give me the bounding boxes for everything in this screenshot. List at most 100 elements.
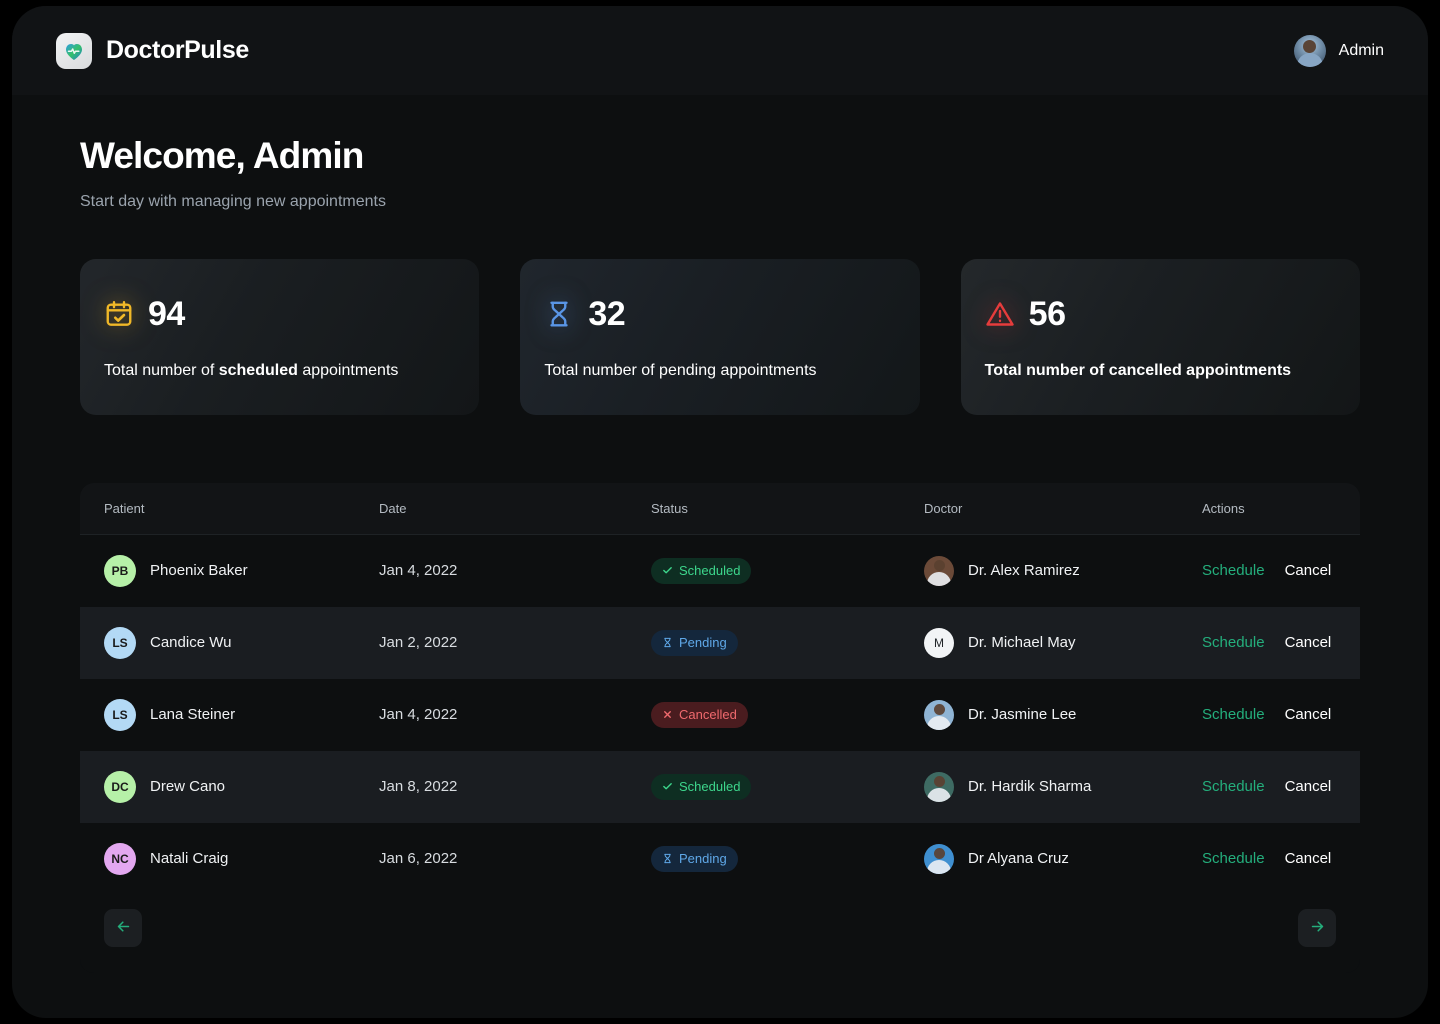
cell-date: Jan 6, 2022 <box>379 850 651 867</box>
cell-date: Jan 4, 2022 <box>379 706 651 723</box>
schedule-button[interactable]: Schedule <box>1202 778 1265 795</box>
cell-status: Pending <box>651 846 924 872</box>
cell-status: Cancelled <box>651 702 924 728</box>
stat-label-prefix: Total number of <box>104 362 219 379</box>
doctor-avatar <box>924 772 954 802</box>
stat-label: Total number of pending appointments <box>544 362 919 380</box>
welcome-block: Welcome, Admin Start day with managing n… <box>80 95 1360 211</box>
stat-value: 94 <box>148 297 185 331</box>
cell-doctor: Dr. Hardik Sharma <box>924 772 1202 802</box>
stat-label: Total number of cancelled appointments <box>985 362 1360 380</box>
patient-avatar: LS <box>104 627 136 659</box>
cell-date: Jan 8, 2022 <box>379 778 651 795</box>
patient-avatar: LS <box>104 699 136 731</box>
status-label: Pending <box>679 635 727 650</box>
column-header-patient: Patient <box>104 501 379 516</box>
stat-cards: 94 Total number of scheduled appointment… <box>80 259 1360 415</box>
doctor-name: Dr. Michael May <box>968 634 1076 651</box>
column-header-date: Date <box>379 501 651 516</box>
app-header: DoctorPulse Admin <box>12 6 1428 95</box>
doctor-name: Dr Alyana Cruz <box>968 850 1069 867</box>
appointment-date: Jan 4, 2022 <box>379 706 457 723</box>
cancel-button[interactable]: Cancel <box>1285 634 1332 651</box>
schedule-button[interactable]: Schedule <box>1202 634 1265 651</box>
status-label: Pending <box>679 851 727 866</box>
cancel-button[interactable]: Cancel <box>1285 778 1332 795</box>
cell-actions: Schedule Cancel <box>1202 778 1336 795</box>
cell-date: Jan 2, 2022 <box>379 634 651 651</box>
cell-patient: LS Candice Wu <box>104 627 379 659</box>
table-row: NC Natali Craig Jan 6, 2022 Pending Dr Alyan… <box>80 823 1360 895</box>
cancel-button[interactable]: Cancel <box>1285 562 1332 579</box>
stat-label: Total number of scheduled appointments <box>104 362 479 380</box>
stat-top: 94 <box>104 297 479 331</box>
user-menu[interactable]: Admin <box>1294 35 1384 67</box>
stat-card-scheduled: 94 Total number of scheduled appointment… <box>80 259 479 415</box>
warning-triangle-icon <box>985 299 1015 329</box>
column-header-status: Status <box>651 501 924 516</box>
schedule-button[interactable]: Schedule <box>1202 706 1265 723</box>
cell-status: Scheduled <box>651 774 924 800</box>
cell-doctor: Dr Alyana Cruz <box>924 844 1202 874</box>
cell-actions: Schedule Cancel <box>1202 562 1336 579</box>
appointment-date: Jan 6, 2022 <box>379 850 457 867</box>
cell-status: Scheduled <box>651 558 924 584</box>
hourglass-icon <box>544 299 574 329</box>
patient-name: Natali Craig <box>150 850 228 867</box>
cell-patient: DC Drew Cano <box>104 771 379 803</box>
stat-label-suffix: appointments <box>1186 362 1291 379</box>
cell-doctor: Dr. Alex Ramirez <box>924 556 1202 586</box>
cell-actions: Schedule Cancel <box>1202 706 1336 723</box>
patient-avatar: DC <box>104 771 136 803</box>
status-label: Scheduled <box>679 779 740 794</box>
cell-doctor: Dr. Jasmine Lee <box>924 700 1202 730</box>
appointments-table: Patient Date Status Doctor Actions PBPho… <box>80 483 1360 973</box>
column-header-doctor: Doctor <box>924 501 1202 516</box>
doctor-name: Dr. Hardik Sharma <box>968 778 1091 795</box>
schedule-button[interactable]: Schedule <box>1202 850 1265 867</box>
page-subtitle: Start day with managing new appointments <box>80 193 1360 211</box>
stat-card-cancelled: 56 Total number of cancelled appointment… <box>961 259 1360 415</box>
brand-name: DoctorPulse <box>106 36 249 65</box>
cell-actions: Schedule Cancel <box>1202 634 1336 651</box>
doctor-name: Dr. Alex Ramirez <box>968 562 1080 579</box>
cell-patient: NC Natali Craig <box>104 843 379 875</box>
appointment-date: Jan 8, 2022 <box>379 778 457 795</box>
stat-label-emphasis: scheduled <box>219 362 298 379</box>
column-header-actions: Actions <box>1202 501 1336 516</box>
arrow-left-icon <box>115 918 132 938</box>
stat-value: 56 <box>1029 297 1066 331</box>
pagination-next-button[interactable] <box>1298 909 1336 947</box>
hourglass-icon <box>662 637 673 648</box>
brand[interactable]: DoctorPulse <box>56 33 249 69</box>
status-badge: Pending <box>651 846 738 872</box>
patient-name: Candice Wu <box>150 634 231 651</box>
hourglass-icon <box>662 853 673 864</box>
stat-label-suffix: appointments <box>298 362 399 379</box>
check-icon <box>662 565 673 576</box>
patient-avatar: PB <box>104 555 136 587</box>
cancel-button[interactable]: Cancel <box>1285 706 1332 723</box>
stat-label-prefix: Total number of pending appointments <box>544 362 816 379</box>
doctor-name: Dr. Jasmine Lee <box>968 706 1076 723</box>
app-window: DoctorPulse Admin Welcome, Admin Start d… <box>12 6 1428 1018</box>
appointment-date: Jan 2, 2022 <box>379 634 457 651</box>
stat-label-prefix: Total number of cancelled <box>985 362 1187 379</box>
status-label: Cancelled <box>679 707 737 722</box>
page-title: Welcome, Admin <box>80 136 1360 177</box>
stat-top: 32 <box>544 297 919 331</box>
calendar-check-icon <box>104 299 134 329</box>
table-row: DC Drew Cano Jan 8, 2022 Scheduled Dr. Hardi… <box>80 751 1360 823</box>
heart-pulse-logo-icon <box>56 33 92 69</box>
cancel-button[interactable]: Cancel <box>1285 850 1332 867</box>
patient-name: Drew Cano <box>150 778 225 795</box>
table-body: PBPhoenix BakerJan 4, 2022ScheduledDr. A… <box>80 535 1360 895</box>
stat-card-pending: 32 Total number of pending appointments <box>520 259 919 415</box>
check-icon <box>662 781 673 792</box>
pagination-prev-button[interactable] <box>104 909 142 947</box>
schedule-button[interactable]: Schedule <box>1202 562 1265 579</box>
patient-avatar: NC <box>104 843 136 875</box>
doctor-avatar: M <box>924 628 954 658</box>
status-badge: Scheduled <box>651 774 751 800</box>
cell-status: Pending <box>651 630 924 656</box>
